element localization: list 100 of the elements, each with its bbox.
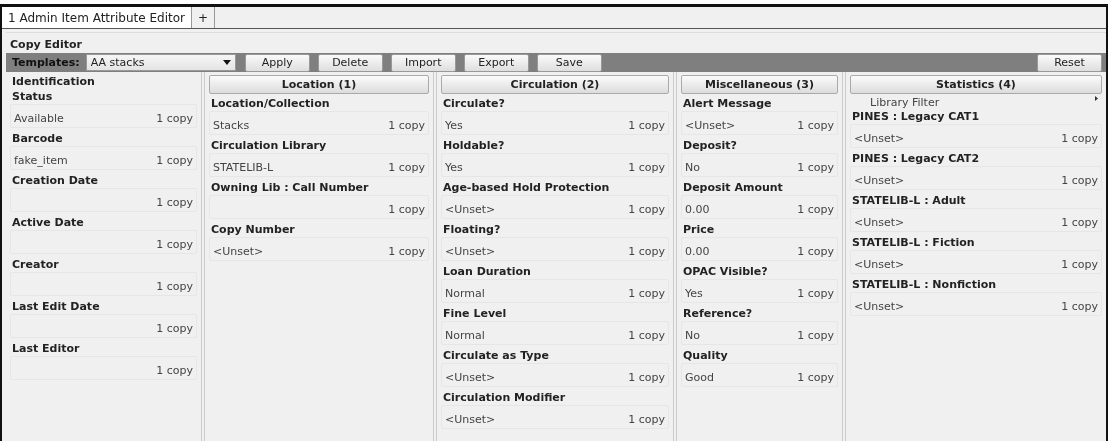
field-value-box[interactable]: No 1 copy <box>681 321 838 345</box>
field-value-box[interactable]: 1 copy <box>10 314 197 338</box>
field-value-box[interactable]: <Unset> 1 copy <box>441 363 669 387</box>
field-label: Holdable? <box>442 138 506 153</box>
field-value: Good <box>685 371 714 384</box>
field-label: Alert Message <box>682 96 773 111</box>
field-value-box[interactable]: <Unset> 1 copy <box>850 208 1102 232</box>
copy-count: 1 copy <box>156 196 193 209</box>
field-label: Creator <box>11 257 60 272</box>
field-value-box[interactable]: <Unset> 1 copy <box>850 292 1102 316</box>
field-value-box[interactable]: Yes 1 copy <box>441 111 669 135</box>
copy-count: 1 copy <box>628 119 665 132</box>
copy-count: 1 copy <box>388 203 425 216</box>
copy-count: 1 copy <box>156 238 193 251</box>
field-value: <Unset> <box>445 203 496 216</box>
library-filter[interactable]: Library Filter <box>850 96 1102 109</box>
field-value-box[interactable]: 1 copy <box>10 272 197 296</box>
field-value-box[interactable]: Normal 1 copy <box>441 279 669 303</box>
field-value: <Unset> <box>445 245 496 258</box>
panel-title: Copy Editor <box>9 37 83 53</box>
field-value: STATELIB-L <box>213 161 274 174</box>
reset-button[interactable]: Reset <box>1037 53 1102 72</box>
field-value-box[interactable]: <Unset> 1 copy <box>441 405 669 429</box>
toolbar-button[interactable]: Delete <box>317 53 383 72</box>
section-button[interactable]: Miscellaneous (3) <box>681 75 838 94</box>
field-value-box[interactable]: <Unset> 1 copy <box>441 195 669 219</box>
copy-count: 1 copy <box>156 112 193 125</box>
field-value-box[interactable]: <Unset> 1 copy <box>850 166 1102 190</box>
field-value: 0.00 <box>685 245 710 258</box>
field-value-box[interactable]: 1 copy <box>10 188 197 212</box>
field-value-box[interactable]: No 1 copy <box>681 153 838 177</box>
copy-count: 1 copy <box>797 287 834 300</box>
copy-count: 1 copy <box>797 161 834 174</box>
field-value: <Unset> <box>854 216 905 229</box>
field-label: Circulation Library <box>210 138 328 153</box>
toolbar-button[interactable]: Export <box>463 53 529 72</box>
field-value: 0.00 <box>685 203 710 216</box>
copy-count: 1 copy <box>156 364 193 377</box>
tab[interactable]: 1 Admin Item Attribute Editor <box>2 7 192 28</box>
section-heading: Identification <box>11 74 96 89</box>
toolbar-button[interactable]: Save <box>536 53 602 72</box>
field-label: Reference? <box>682 306 754 321</box>
field-value-box[interactable]: Normal 1 copy <box>441 321 669 345</box>
copy-count: 1 copy <box>156 154 193 167</box>
field-value-box[interactable]: Yes 1 copy <box>441 153 669 177</box>
field-value: Yes <box>685 287 703 300</box>
field-value-box[interactable]: fake_item 1 copy <box>10 146 197 170</box>
field-value-box[interactable]: 0.00 1 copy <box>681 237 838 261</box>
field-label: Price <box>682 222 716 237</box>
field-value: <Unset> <box>685 119 736 132</box>
field-label: STATELIB-L : Fiction <box>851 235 976 250</box>
field-label: PINES : Legacy CAT2 <box>851 151 981 166</box>
templates-dropdown[interactable]: AA stacks <box>85 54 236 71</box>
toolbar-button[interactable]: Apply <box>244 53 310 72</box>
field-value-box[interactable]: <Unset> 1 copy <box>209 237 429 261</box>
copy-count: 1 copy <box>797 119 834 132</box>
field-label: Age-based Hold Protection <box>442 180 611 195</box>
field-value-box[interactable]: 1 copy <box>209 195 429 219</box>
section-button[interactable]: Statistics (4) <box>850 75 1102 94</box>
field-value: <Unset> <box>213 245 264 258</box>
field-label: OPAC Visible? <box>682 264 769 279</box>
field-label: Circulate? <box>442 96 506 111</box>
copy-count: 1 copy <box>797 245 834 258</box>
field-value-box[interactable]: Stacks 1 copy <box>209 111 429 135</box>
copy-count: 1 copy <box>628 161 665 174</box>
field-value: <Unset> <box>445 413 496 426</box>
field-value-box[interactable]: STATELIB-L 1 copy <box>209 153 429 177</box>
field-value: No <box>685 329 700 342</box>
field-label: Floating? <box>442 222 502 237</box>
field-value-box[interactable]: <Unset> 1 copy <box>850 124 1102 148</box>
field-value: Available <box>14 112 64 125</box>
section-button[interactable]: Location (1) <box>209 75 429 94</box>
field-value-box[interactable]: Good 1 copy <box>681 363 838 387</box>
toolbar-button[interactable]: Import <box>390 53 456 72</box>
field-value: <Unset> <box>854 300 905 313</box>
field-value-box[interactable]: <Unset> 1 copy <box>681 111 838 135</box>
field-value-box[interactable]: <Unset> 1 copy <box>441 237 669 261</box>
field-value: <Unset> <box>854 258 905 271</box>
field-value-box[interactable]: 1 copy <box>10 356 197 380</box>
copy-count: 1 copy <box>1061 174 1098 187</box>
field-label: STATELIB-L : Adult <box>851 193 967 208</box>
field-value-box[interactable]: <Unset> 1 copy <box>850 250 1102 274</box>
field-label: STATELIB-L : Nonfiction <box>851 277 998 292</box>
field-value: Yes <box>445 119 463 132</box>
copy-count: 1 copy <box>628 245 665 258</box>
templates-label: Templates: <box>11 56 81 69</box>
field-label: Circulate as Type <box>442 348 550 363</box>
section-button[interactable]: Circulation (2) <box>441 75 669 94</box>
tab[interactable]: + <box>191 7 215 28</box>
copy-count: 1 copy <box>628 413 665 426</box>
field-label: Last Edit Date <box>11 299 101 314</box>
copy-count: 1 copy <box>628 287 665 300</box>
field-value-box[interactable]: 0.00 1 copy <box>681 195 838 219</box>
field-label: Quality <box>682 348 729 363</box>
copy-count: 1 copy <box>388 161 425 174</box>
field-value-box[interactable]: Available 1 copy <box>10 104 197 128</box>
field-value-box[interactable]: 1 copy <box>10 230 197 254</box>
copy-count: 1 copy <box>156 280 193 293</box>
field-value-box[interactable]: Yes 1 copy <box>681 279 838 303</box>
field-label: Circulation Modifier <box>442 390 567 405</box>
